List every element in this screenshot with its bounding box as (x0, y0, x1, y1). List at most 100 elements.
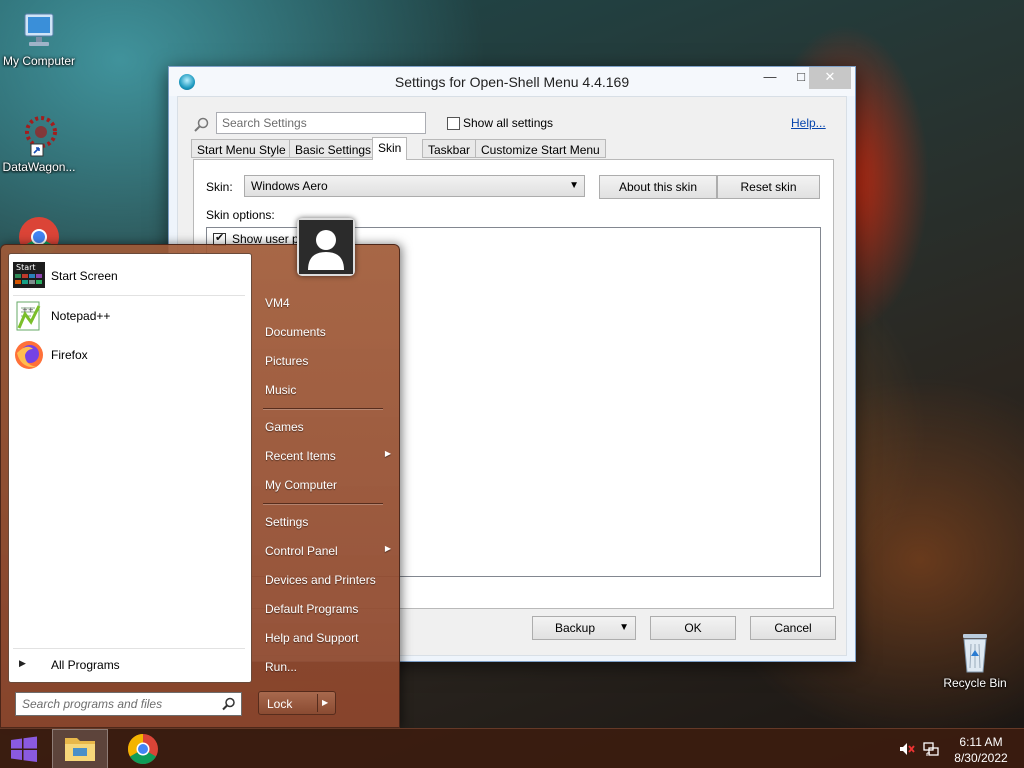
close-button[interactable]: ✕ (809, 67, 851, 89)
start-menu: Start Start Screen ++ Notepad++ Firefox … (0, 244, 400, 728)
divider (317, 694, 318, 712)
start-item-recent-items[interactable]: Recent Items ▶ (259, 444, 395, 470)
desktop-icon-datawagon[interactable]: DataWagon... (0, 114, 81, 174)
start-item-pictures[interactable]: Pictures (259, 349, 395, 375)
recycle-bin-icon (953, 630, 997, 674)
program-notepadpp[interactable]: ++ Notepad++ (13, 298, 245, 332)
program-label: Notepad++ (51, 309, 111, 323)
network-icon[interactable] (922, 741, 940, 757)
start-item-devices-printers[interactable]: Devices and Printers (259, 568, 395, 594)
cancel-button[interactable]: Cancel (750, 616, 836, 640)
program-start-screen[interactable]: Start Start Screen (13, 258, 245, 292)
start-item-label: Help and Support (265, 631, 359, 645)
start-item-default-programs[interactable]: Default Programs (259, 597, 395, 623)
desktop-icon-recycle-bin[interactable]: Recycle Bin (933, 630, 1017, 690)
show-all-settings-label: Show all settings (463, 116, 554, 130)
chevron-right-icon[interactable]: ▶ (322, 698, 328, 707)
show-all-settings-checkbox[interactable] (447, 117, 460, 130)
folder-icon (65, 738, 95, 761)
start-item-label: Pictures (265, 354, 309, 368)
svg-text:Start: Start (16, 263, 36, 272)
taskbar-clock[interactable]: 6:11 AM 8/30/2022 (946, 734, 1016, 766)
divider (263, 503, 383, 504)
tab-basic-settings[interactable]: Basic Settings (289, 139, 378, 158)
chrome-icon (127, 734, 158, 765)
desktop-icon-label: Recycle Bin (943, 676, 1007, 690)
start-item-help-support[interactable]: Help and Support (259, 626, 395, 652)
start-item-settings[interactable]: Settings (259, 510, 395, 536)
backup-button[interactable]: Backup ▼ (532, 616, 636, 640)
chevron-down-icon: ▼ (619, 622, 629, 633)
notepadpp-icon: ++ (16, 301, 41, 331)
start-item-label: Devices and Printers (265, 573, 376, 587)
start-item-run[interactable]: Run... (259, 655, 395, 681)
start-item-documents[interactable]: Documents (259, 320, 395, 346)
start-search-box[interactable] (15, 692, 242, 716)
start-item-control-panel[interactable]: Control Panel ▶ (259, 539, 395, 565)
start-item-music[interactable]: Music (259, 378, 395, 404)
reset-skin-button[interactable]: Reset skin (717, 175, 820, 199)
chevron-right-icon: ▶ (19, 658, 26, 668)
program-firefox[interactable]: Firefox (13, 337, 245, 371)
divider (13, 648, 245, 649)
program-label: Firefox (51, 348, 88, 362)
start-item-label: Control Panel (265, 544, 338, 558)
taskbar-file-explorer[interactable] (52, 729, 108, 768)
tab-start-menu-style[interactable]: Start Menu Style (191, 139, 292, 158)
start-item-label: Documents (265, 325, 326, 339)
tab-skin[interactable]: Skin (372, 137, 408, 160)
desktop-icon-label: DataWagon... (2, 160, 76, 174)
lock-label: Lock (267, 697, 293, 711)
chevron-right-icon: ▶ (384, 544, 391, 553)
desktop-icon-my-computer[interactable]: My Computer (0, 8, 81, 68)
search-icon (194, 117, 209, 132)
divider (13, 295, 245, 296)
start-item-label: My Computer (265, 478, 338, 492)
start-item-label: Music (265, 383, 297, 397)
start-item-vm4[interactable]: VM4 (259, 291, 395, 317)
help-link[interactable]: Help... (791, 116, 826, 130)
start-item-label: Default Programs (265, 602, 359, 616)
search-settings-input[interactable] (216, 112, 426, 134)
minimize-button[interactable]: — (755, 67, 785, 89)
start-item-label: Run... (265, 660, 298, 674)
start-item-my-computer[interactable]: My Computer (259, 473, 395, 499)
chevron-down-icon: ▼ (569, 180, 579, 191)
all-programs-label: All Programs (51, 658, 120, 672)
computer-icon (17, 8, 61, 52)
divider (263, 408, 383, 409)
lock-button[interactable]: Lock ▶ (258, 691, 336, 715)
volume-muted-icon[interactable] (898, 741, 916, 757)
window-titlebar[interactable]: Settings for Open-Shell Menu 4.4.169 — □… (169, 67, 855, 96)
chevron-right-icon: ▶ (384, 449, 391, 458)
search-icon[interactable] (222, 697, 236, 711)
tab-customize-start-menu[interactable]: Customize Start Menu (475, 139, 606, 158)
desktop-icon-label: My Computer (2, 54, 76, 68)
ok-button[interactable]: OK (650, 616, 736, 640)
start-item-games[interactable]: Games (259, 415, 395, 441)
start-item-label: Games (265, 420, 304, 434)
start-item-label: VM4 (265, 296, 290, 310)
clock-time: 6:11 AM (959, 735, 1003, 749)
user-picture[interactable] (297, 218, 355, 276)
backup-button-label: Backup (555, 621, 596, 635)
skin-dropdown-value: Windows Aero (251, 179, 328, 193)
skin-options-label: Skin options: (206, 208, 275, 222)
windows-logo-icon (11, 736, 37, 762)
taskbar-chrome[interactable] (115, 729, 171, 768)
datawagon-icon (17, 114, 61, 158)
start-item-label: Recent Items (265, 449, 336, 463)
start-search-input[interactable] (16, 693, 212, 715)
start-button[interactable] (0, 729, 48, 768)
all-programs-button[interactable]: ▶ All Programs (15, 655, 245, 675)
user-avatar-icon (299, 220, 353, 274)
window-title: Settings for Open-Shell Menu 4.4.169 (394, 74, 630, 90)
start-screen-icon: Start (13, 262, 45, 288)
program-label: Start Screen (51, 269, 118, 283)
tab-taskbar[interactable]: Taskbar (422, 139, 477, 158)
start-item-label: Settings (265, 515, 309, 529)
skin-dropdown[interactable]: Windows Aero ▼ (244, 175, 585, 197)
about-skin-button[interactable]: About this skin (599, 175, 717, 199)
taskbar: 6:11 AM 8/30/2022 (0, 728, 1024, 768)
start-menu-programs-pane: Start Start Screen ++ Notepad++ Firefox … (8, 253, 252, 683)
